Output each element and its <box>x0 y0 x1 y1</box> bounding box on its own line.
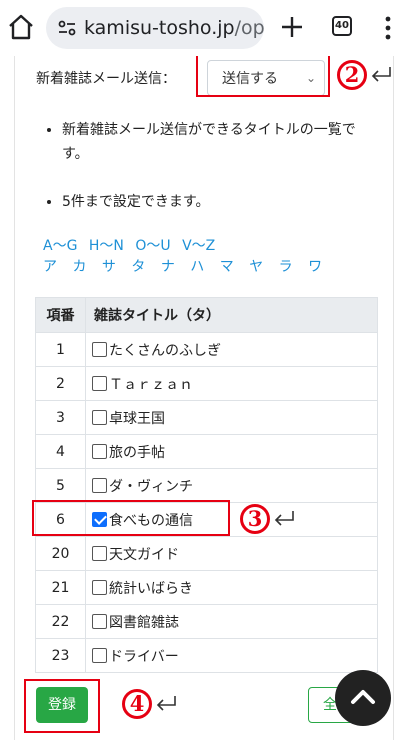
table-row: 3 卓球王国 <box>35 400 378 435</box>
magazine-checkbox[interactable] <box>92 341 107 357</box>
annotation-number: 4 <box>122 689 152 719</box>
row-title-cell: 卓球王国 <box>85 400 378 435</box>
return-arrow-icon <box>371 67 391 82</box>
annotation-box-3 <box>32 500 230 536</box>
row-title-cell: 統計いばらき <box>85 570 378 605</box>
site-settings-icon[interactable] <box>58 20 76 36</box>
table-row: 21 統計いばらき <box>35 570 378 605</box>
info-list: 新着雑誌メール送信ができるタイトルの一覧です。 5件まで設定できます。 <box>62 118 372 238</box>
row-number: 1 <box>35 332 86 367</box>
alpha-link-a-g[interactable]: A〜G <box>43 238 77 254</box>
magazine-table: 項番 雑誌タイトル（タ） 1 たくさんのふしぎ 2 Ｔａｒｚａｎ 3 卓球王国 4 旅の手帖 5… <box>35 297 378 673</box>
magazine-checkbox[interactable] <box>92 375 107 391</box>
row-number: 20 <box>35 536 86 571</box>
alpha-link-o-u[interactable]: O〜U <box>135 238 170 254</box>
table-row: 4 旅の手帖 <box>35 434 378 469</box>
row-number: 4 <box>35 434 86 469</box>
magazine-title[interactable]: 旅の手帖 <box>109 445 165 461</box>
annotation-box-4 <box>24 679 100 733</box>
magazine-title[interactable]: Ｔａｒｚａｎ <box>109 377 193 393</box>
kana-link-wa[interactable]: ワ <box>308 259 322 275</box>
magazine-checkbox[interactable] <box>92 579 107 595</box>
browser-toolbar: kamisu-tosho.jp/op 40 <box>0 0 406 56</box>
return-arrow-icon <box>156 696 176 711</box>
alpha-link-v-z[interactable]: V〜Z <box>182 238 215 254</box>
annotation-marker-3: 3 <box>240 504 296 534</box>
row-title-cell: Ｔａｒｚａｎ <box>85 366 378 401</box>
send-setting-label: 新着雑誌メール送信： <box>36 71 176 87</box>
magazine-title[interactable]: ドライバー <box>109 649 179 665</box>
kana-link-ra[interactable]: ラ <box>279 259 293 275</box>
info-item: 新着雑誌メール送信ができるタイトルの一覧です。 <box>62 118 372 166</box>
table-row: 1 たくさんのふしぎ <box>35 332 378 367</box>
alpha-link-h-n[interactable]: H〜N <box>89 238 124 254</box>
row-number: 22 <box>35 604 86 639</box>
magazine-checkbox[interactable] <box>92 647 107 663</box>
kana-link-na[interactable]: ナ <box>161 259 175 275</box>
kana-link-ta[interactable]: タ <box>131 259 145 275</box>
annotation-marker-4: 4 <box>122 689 178 719</box>
home-icon[interactable] <box>6 12 36 42</box>
page-content: 新着雑誌メール送信： 送信する ⌄ 2 新着雑誌メール送信ができるタイトルの一覧… <box>0 56 406 740</box>
kana-link-ha[interactable]: ハ <box>190 259 204 275</box>
magazine-title[interactable]: 天文ガイド <box>109 547 179 563</box>
annotation-number: 2 <box>337 60 367 90</box>
row-number: 5 <box>35 468 86 503</box>
table-row: 23 ドライバー <box>35 638 378 673</box>
row-number: 2 <box>35 366 86 401</box>
row-title-cell: ダ・ヴィンチ <box>85 468 378 503</box>
magazine-checkbox[interactable] <box>92 477 107 493</box>
address-bar[interactable]: kamisu-tosho.jp/op <box>46 7 264 49</box>
scroll-to-top-button[interactable] <box>335 670 391 726</box>
kana-link-ya[interactable]: ヤ <box>249 259 263 275</box>
magazine-checkbox[interactable] <box>92 409 107 425</box>
info-item: 5件まで設定できます。 <box>62 190 372 214</box>
magazine-title[interactable]: ダ・ヴィンチ <box>109 479 193 495</box>
annotation-marker-2: 2 <box>337 60 393 90</box>
alpha-links: A〜G H〜N O〜U V〜Z <box>43 236 333 257</box>
header-title: 雑誌タイトル（タ） <box>85 297 378 333</box>
new-tab-icon[interactable] <box>279 14 305 40</box>
magazine-checkbox[interactable] <box>92 613 107 629</box>
magazine-title[interactable]: たくさんのふしぎ <box>109 343 221 359</box>
row-number: 3 <box>35 400 86 435</box>
table-row: 5 ダ・ヴィンチ <box>35 468 378 503</box>
row-title-cell: ドライバー <box>85 638 378 673</box>
return-arrow-icon <box>274 511 294 526</box>
table-row: 22 図書館雑誌 <box>35 604 378 639</box>
annotation-number: 3 <box>240 504 270 534</box>
row-number: 23 <box>35 638 86 673</box>
magazine-checkbox[interactable] <box>92 443 107 459</box>
header-number: 項番 <box>35 297 86 333</box>
kana-link-sa[interactable]: サ <box>102 259 116 275</box>
tab-switcher-button[interactable]: 40 <box>332 16 352 36</box>
url-text: kamisu-tosho.jp/op <box>84 17 264 39</box>
table-header-row: 項番 雑誌タイトル（タ） <box>35 297 378 333</box>
magazine-title[interactable]: 図書館雑誌 <box>109 615 179 631</box>
magazine-title[interactable]: 卓球王国 <box>109 411 165 427</box>
row-title-cell: 旅の手帖 <box>85 434 378 469</box>
magazine-title[interactable]: 統計いばらき <box>109 581 193 597</box>
kana-links: ア カ サ タ ナ ハ マ ヤ ラ ワ <box>43 257 333 278</box>
kana-link-ka[interactable]: カ <box>72 259 86 275</box>
chevron-up-icon <box>351 690 375 704</box>
row-title-cell: たくさんのふしぎ <box>85 332 378 367</box>
table-row: 2 Ｔａｒｚａｎ <box>35 366 378 401</box>
row-number: 21 <box>35 570 86 605</box>
index-links: A〜G H〜N O〜U V〜Z ア カ サ タ ナ ハ マ ヤ ラ ワ <box>43 236 333 278</box>
annotation-box-2 <box>196 56 330 97</box>
table-row: 20 天文ガイド <box>35 536 378 571</box>
kana-link-ma[interactable]: マ <box>220 259 234 275</box>
more-menu-icon[interactable] <box>383 15 393 41</box>
kana-link-a[interactable]: ア <box>43 259 57 275</box>
row-title-cell: 図書館雑誌 <box>85 604 378 639</box>
row-title-cell: 天文ガイド <box>85 536 378 571</box>
magazine-checkbox[interactable] <box>92 545 107 561</box>
